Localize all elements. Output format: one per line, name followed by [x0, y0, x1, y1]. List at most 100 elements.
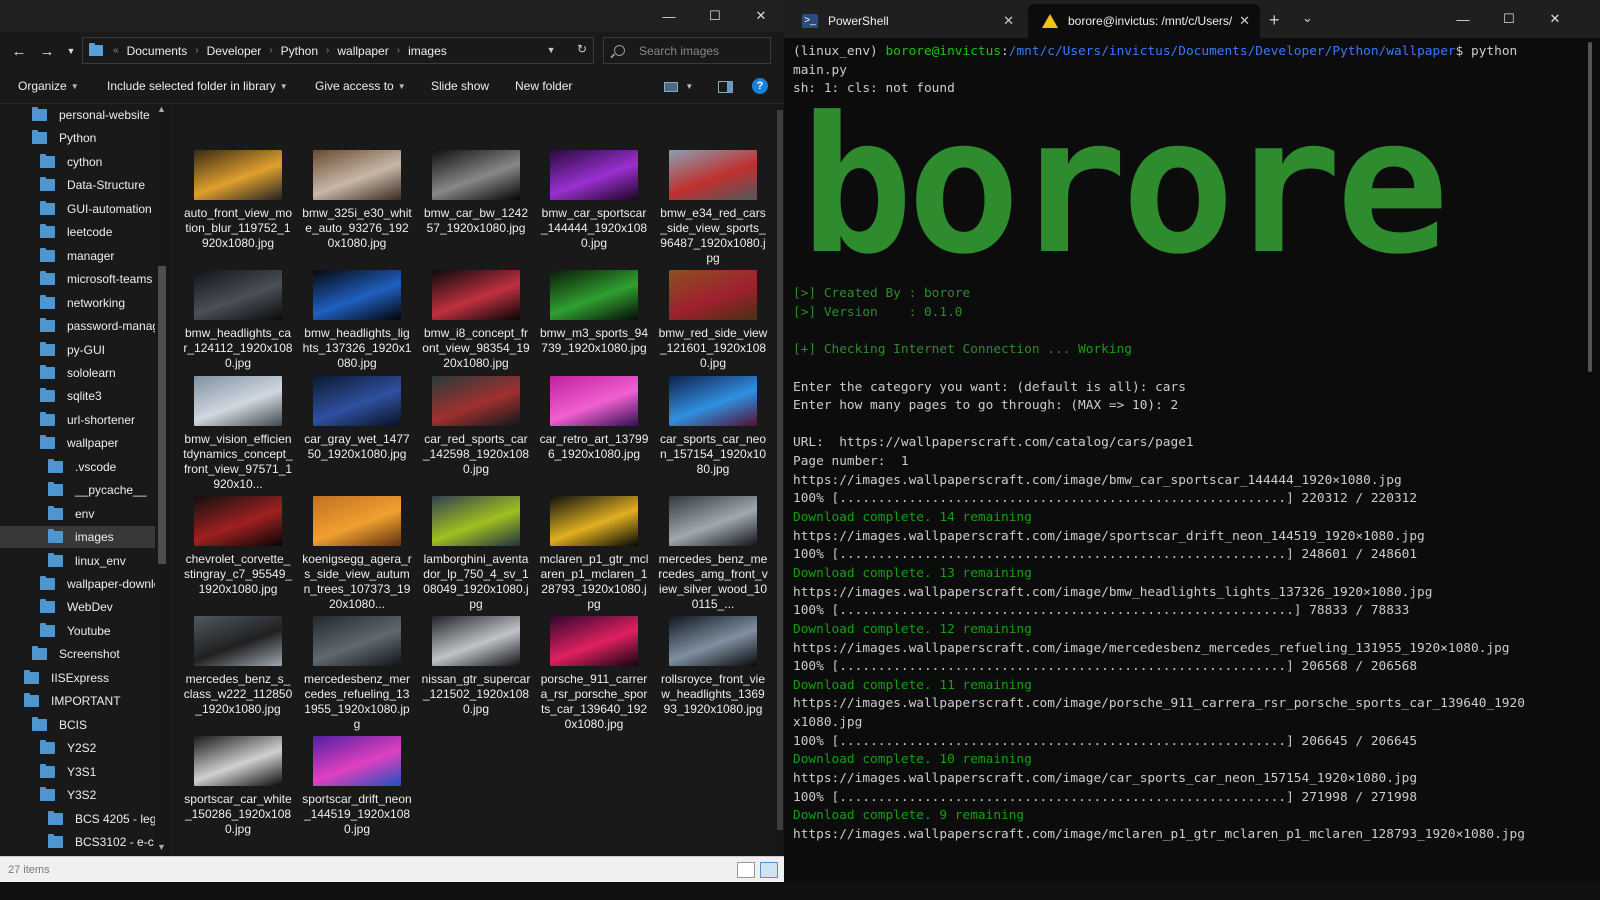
image-thumbnail[interactable]: [669, 376, 757, 426]
nav-item[interactable]: personal-website: [0, 104, 155, 126]
image-thumbnail[interactable]: [550, 150, 638, 200]
image-thumbnail[interactable]: [550, 376, 638, 426]
nav-item[interactable]: Y3S2: [0, 784, 155, 806]
nav-item[interactable]: Data-Structure: [0, 174, 155, 196]
file-tile[interactable]: bmw_vision_efficientdynamics_concept_fro…: [183, 372, 293, 492]
image-thumbnail[interactable]: [669, 616, 757, 666]
nav-item[interactable]: images: [0, 526, 155, 549]
terminal-scrollbar[interactable]: [1580, 38, 1600, 900]
close-tab-icon[interactable]: ✕: [1003, 13, 1014, 29]
maximize-button[interactable]: ☐: [1486, 3, 1532, 35]
nav-item[interactable]: cython: [0, 151, 155, 173]
nav-item[interactable]: Youtube: [0, 620, 155, 642]
nav-item[interactable]: wallpaper: [0, 432, 155, 454]
nav-item[interactable]: sqlite3: [0, 385, 155, 407]
scroll-up-arrow-icon[interactable]: ▲: [157, 104, 166, 114]
file-tile[interactable]: car_sports_car_neon_157154_1920x1080.jpg: [658, 372, 768, 477]
file-tile[interactable]: bmw_car_sportscar_144444_1920x1080.jpg: [539, 146, 649, 251]
nav-item[interactable]: Python: [0, 127, 155, 149]
file-tile[interactable]: auto_front_view_motion_blur_119752_1920x…: [183, 146, 293, 251]
nav-item[interactable]: IISExpress: [0, 667, 155, 689]
change-view-button[interactable]: ▼: [664, 79, 693, 93]
image-thumbnail[interactable]: [194, 736, 282, 786]
include-in-library-button[interactable]: Include selected folder in library ▼: [107, 79, 288, 93]
image-thumbnail[interactable]: [194, 616, 282, 666]
file-tile[interactable]: bmw_i8_concept_front_view_98354_1920x108…: [421, 266, 531, 371]
large-icons-view-button[interactable]: [760, 862, 778, 878]
nav-item[interactable]: BCIS: [0, 714, 155, 736]
file-tile[interactable]: bmw_e34_red_cars_side_view_sports_96487_…: [658, 146, 768, 266]
breadcrumb-images[interactable]: images: [408, 44, 447, 58]
new-folder-button[interactable]: New folder: [515, 79, 572, 93]
image-thumbnail[interactable]: [432, 616, 520, 666]
nav-item[interactable]: Y2S2: [0, 737, 155, 759]
file-tile[interactable]: bmw_headlights_lights_137326_1920x1080.j…: [302, 266, 412, 371]
maximize-button[interactable]: ☐: [692, 0, 738, 32]
scroll-down-arrow-icon[interactable]: ▼: [157, 842, 166, 852]
address-bar[interactable]: « Documents › Developer › Python › wallp…: [82, 37, 594, 64]
tab-dropdown-chevron-icon[interactable]: ⌄: [1302, 10, 1313, 26]
nav-item[interactable]: Y3S1: [0, 761, 155, 783]
file-tile[interactable]: bmw_325i_e30_white_auto_93276_1920x1080.…: [302, 146, 412, 251]
file-tile[interactable]: car_gray_wet_147750_1920x1080.jpg: [302, 372, 412, 462]
nav-item[interactable]: .vscode: [0, 456, 155, 478]
file-grid-scroll-thumb[interactable]: [777, 110, 783, 830]
nav-item[interactable]: url-shortener: [0, 409, 155, 431]
close-button[interactable]: ✕: [738, 0, 784, 32]
image-thumbnail[interactable]: [432, 150, 520, 200]
image-thumbnail[interactable]: [313, 150, 401, 200]
help-button[interactable]: ?: [752, 78, 768, 94]
file-tile[interactable]: car_red_sports_car_142598_1920x1080.jpg: [421, 372, 531, 477]
file-tile[interactable]: bmw_m3_sports_94739_1920x1080.jpg: [539, 266, 649, 356]
file-tile[interactable]: mercedes_benz_mercedes_amg_front_view_si…: [658, 492, 768, 612]
file-grid-scrollbar[interactable]: [776, 104, 784, 856]
nav-item[interactable]: env: [0, 503, 155, 525]
recent-locations-chevron-icon[interactable]: ▼: [60, 40, 82, 62]
breadcrumb-python[interactable]: Python: [281, 44, 318, 58]
new-tab-plus-icon[interactable]: +: [1269, 10, 1280, 31]
image-thumbnail[interactable]: [432, 496, 520, 546]
file-tile[interactable]: koenigsegg_agera_rs_side_view_autumn_tre…: [302, 492, 412, 612]
close-button[interactable]: ✕: [1532, 3, 1578, 35]
image-thumbnail[interactable]: [313, 736, 401, 786]
file-tile[interactable]: sportscar_car_white_150286_1920x1080.jpg: [183, 732, 293, 837]
file-tile[interactable]: mercedes_benz_s_class_w222_112850_1920x1…: [183, 612, 293, 717]
file-tile[interactable]: chevrolet_corvette_stingray_c7_95549_192…: [183, 492, 293, 597]
file-tile[interactable]: car_retro_art_137996_1920x1080.jpg: [539, 372, 649, 462]
image-thumbnail[interactable]: [669, 270, 757, 320]
minimize-button[interactable]: —: [1440, 3, 1486, 35]
nav-item[interactable]: manager: [0, 245, 155, 267]
nav-item[interactable]: BCS 4205 - leg: [0, 808, 155, 830]
image-thumbnail[interactable]: [669, 496, 757, 546]
nav-item[interactable]: __pycache__: [0, 479, 155, 501]
file-tile[interactable]: bmw_car_bw_124257_1920x1080.jpg: [421, 146, 531, 236]
image-thumbnail[interactable]: [669, 150, 757, 200]
details-view-button[interactable]: [737, 862, 755, 878]
navigation-scroll-thumb[interactable]: [158, 266, 166, 564]
nav-item[interactable]: sololearn: [0, 362, 155, 384]
breadcrumb-wallpaper[interactable]: wallpaper: [337, 44, 388, 58]
search-input[interactable]: Search images: [603, 37, 771, 64]
organize-button[interactable]: Organize ▼: [18, 79, 79, 93]
image-thumbnail[interactable]: [313, 376, 401, 426]
image-thumbnail[interactable]: [432, 376, 520, 426]
image-thumbnail[interactable]: [550, 496, 638, 546]
give-access-button[interactable]: Give access to ▼: [315, 79, 406, 93]
file-tile[interactable]: porsche_911_carrera_rsr_porsche_sports_c…: [539, 612, 649, 732]
file-tile[interactable]: sportscar_drift_neon_144519_1920x1080.jp…: [302, 732, 412, 837]
nav-item[interactable]: py-GUI: [0, 339, 155, 361]
tab-linux-shell[interactable]: borore@invictus: /mnt/c/Users/ ✕: [1028, 4, 1260, 38]
breadcrumb-developer[interactable]: Developer: [207, 44, 262, 58]
slide-show-button[interactable]: Slide show: [431, 79, 489, 93]
file-tile[interactable]: rollsroyce_front_view_headlights_136993_…: [658, 612, 768, 717]
forward-arrow-icon[interactable]: →: [36, 40, 58, 62]
image-thumbnail[interactable]: [194, 270, 282, 320]
file-tile[interactable]: mercedesbenz_mercedes_refueling_131955_1…: [302, 612, 412, 732]
nav-item[interactable]: IMPORTANT: [0, 690, 155, 712]
nav-item[interactable]: password-manager: [0, 315, 155, 337]
file-tile[interactable]: bmw_red_side_view_121601_1920x1080.jpg: [658, 266, 768, 371]
image-thumbnail[interactable]: [313, 496, 401, 546]
refresh-icon[interactable]: ↻: [577, 42, 587, 56]
nav-item[interactable]: WebDev: [0, 596, 155, 618]
image-thumbnail[interactable]: [313, 270, 401, 320]
